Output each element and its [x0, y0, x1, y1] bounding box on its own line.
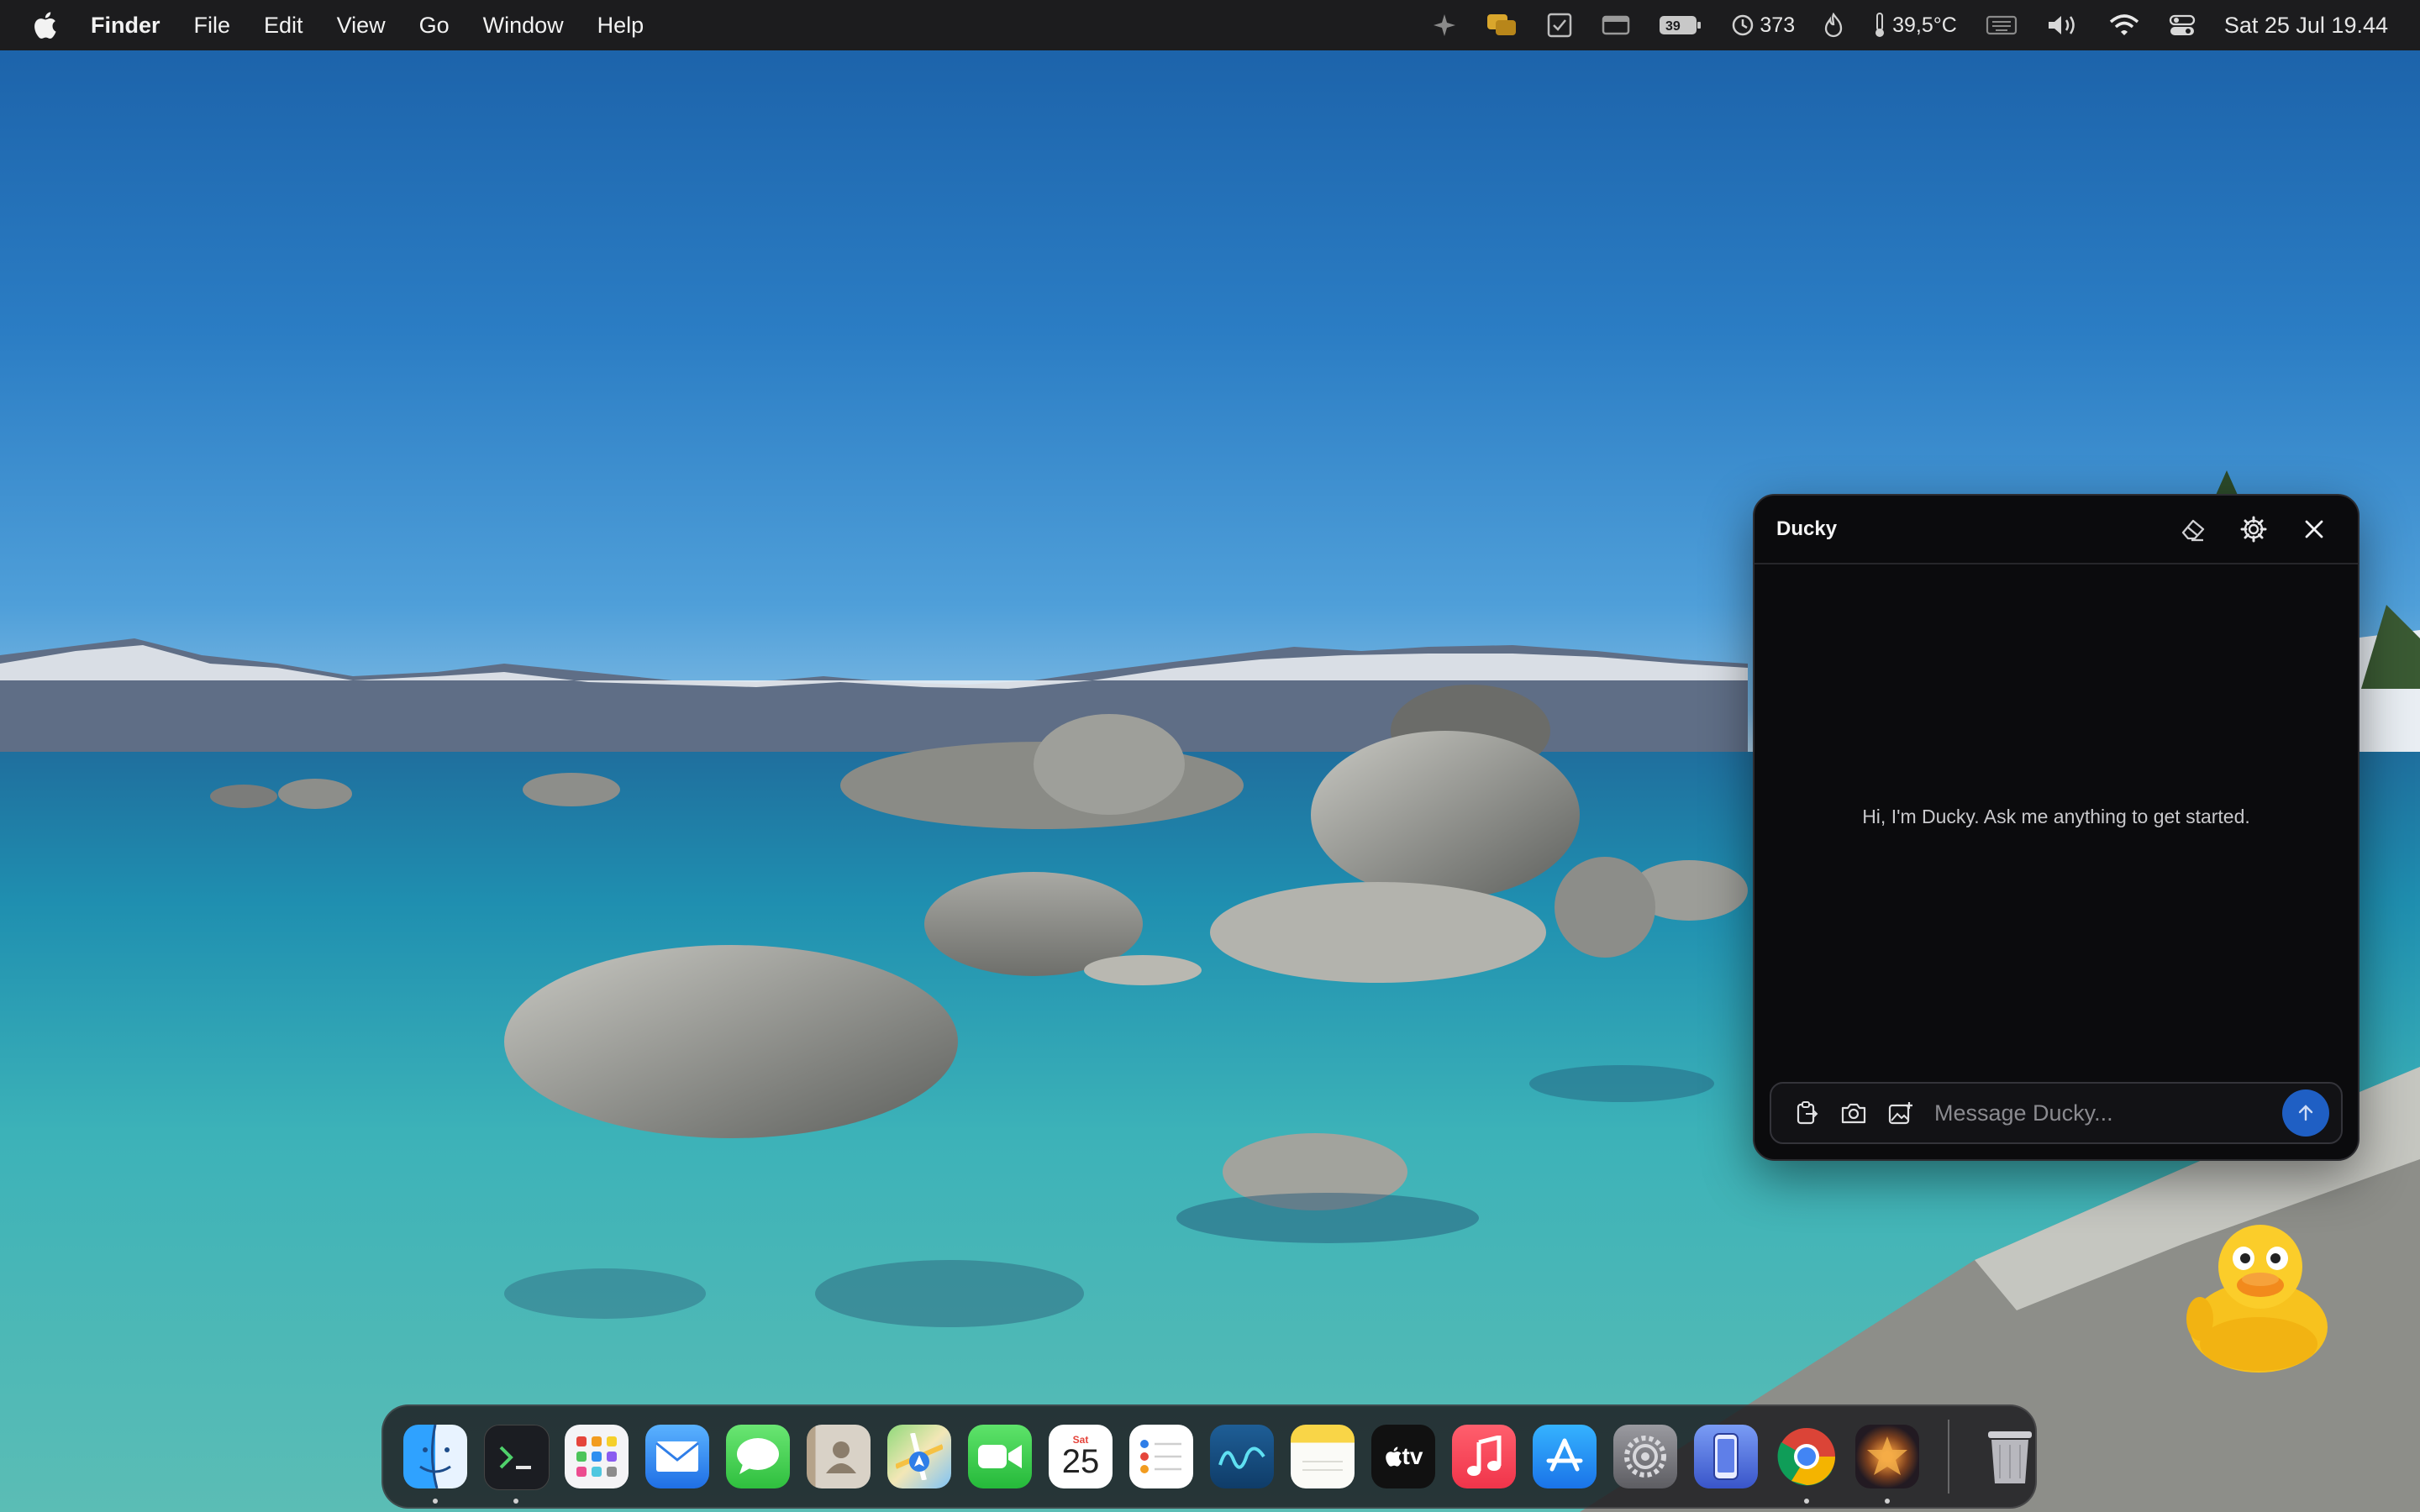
tv-icon: tv	[1371, 1425, 1435, 1488]
dock-maps[interactable]	[884, 1421, 955, 1492]
dock-launchpad[interactable]	[561, 1421, 632, 1492]
activity-counter[interactable]: 373	[1731, 13, 1795, 38]
dock-notes[interactable]	[1287, 1421, 1358, 1492]
menu-view[interactable]: View	[320, 0, 402, 50]
menu-file[interactable]: File	[177, 0, 248, 50]
dock-facetime[interactable]	[965, 1421, 1035, 1492]
message-composer	[1770, 1082, 2343, 1144]
camera-button[interactable]	[1830, 1089, 1877, 1137]
chat-header: Ducky	[1754, 496, 2358, 564]
dock-iphone-mirroring[interactable]	[1691, 1421, 1761, 1492]
freeform-icon	[1210, 1425, 1274, 1488]
gear-icon	[2240, 516, 2267, 543]
maps-icon	[887, 1425, 951, 1488]
activity-count-label: 373	[1760, 13, 1796, 37]
ducky-chat-window: Ducky Hi, I'm Ducky. Ask me anything to …	[1753, 494, 2360, 1161]
dock-trash[interactable]	[1975, 1421, 2045, 1492]
app-menu-finder[interactable]: Finder	[89, 0, 177, 50]
dock-app-store[interactable]	[1529, 1421, 1600, 1492]
facetime-icon	[968, 1425, 1032, 1488]
dock-messages[interactable]	[723, 1421, 793, 1492]
notes-icon	[1291, 1425, 1355, 1488]
battery-indicator[interactable]: 39	[1659, 13, 1702, 37]
chrome-icon	[1775, 1425, 1839, 1488]
dock-terminal[interactable]	[481, 1421, 551, 1504]
dock-mail[interactable]	[642, 1421, 713, 1492]
dock-music[interactable]	[1449, 1421, 1519, 1492]
calendar-date: 25	[1061, 1443, 1100, 1480]
calendar-icon: Sat 25	[1049, 1425, 1113, 1488]
launchpad-icon	[565, 1425, 629, 1488]
chat-messages-area: Hi, I'm Ducky. Ask me anything to get st…	[1754, 564, 2358, 1068]
checklist-icon[interactable]	[1546, 12, 1573, 39]
volume-icon[interactable]	[2046, 13, 2080, 38]
menu-bar: Finder File Edit View Go Window Help 39 …	[0, 0, 2420, 50]
message-input[interactable]	[1924, 1099, 2282, 1127]
dock-freeform[interactable]	[1207, 1421, 1277, 1492]
close-button[interactable]	[2292, 507, 2336, 551]
history-icon	[1733, 14, 1754, 36]
close-icon	[2305, 520, 2323, 538]
dock-finder[interactable]	[400, 1421, 471, 1504]
clear-chat-button[interactable]	[2171, 507, 2215, 551]
menu-go[interactable]: Go	[402, 0, 466, 50]
dock: Sat 25 tv	[381, 1404, 2037, 1509]
menu-help[interactable]: Help	[581, 0, 661, 50]
ducky-mascot[interactable]	[2185, 1218, 2336, 1378]
display-icon[interactable]	[1602, 13, 1630, 37]
greeting-message: Hi, I'm Ducky. Ask me anything to get st…	[1862, 805, 2250, 827]
flame-icon[interactable]	[1823, 13, 1844, 38]
dock-google-chrome[interactable]	[1771, 1421, 1842, 1504]
paste-button[interactable]	[1783, 1089, 1830, 1137]
mail-icon	[645, 1425, 709, 1488]
finder-icon	[403, 1425, 467, 1488]
menu-bar-clock[interactable]: Sat 25 Jul 19.44	[2224, 13, 2388, 39]
music-icon	[1452, 1425, 1516, 1488]
control-center-icon[interactable]	[2169, 13, 2196, 38]
app-store-icon	[1533, 1425, 1597, 1488]
running-indicator	[433, 1499, 438, 1504]
battery-percent-label: 39	[1665, 19, 1681, 34]
camera-icon	[1841, 1103, 1866, 1124]
eraser-icon	[2181, 519, 2205, 542]
chat-title: Ducky	[1776, 517, 1838, 540]
dock-system-settings[interactable]	[1610, 1421, 1681, 1492]
image-plus-icon	[1888, 1102, 1912, 1125]
running-indicator	[1885, 1499, 1890, 1504]
menu-edit[interactable]: Edit	[247, 0, 320, 50]
chat-bubbles-icon[interactable]	[1486, 13, 1518, 38]
attach-image-button[interactable]	[1877, 1089, 1924, 1137]
dock-tv[interactable]: tv	[1368, 1421, 1439, 1492]
thermometer-icon	[1876, 13, 1885, 37]
keyboard-icon[interactable]	[1986, 14, 2018, 36]
iphone-mirroring-icon	[1694, 1425, 1758, 1488]
reminders-icon	[1129, 1425, 1193, 1488]
clipboard-icon	[1797, 1101, 1818, 1125]
temperature-indicator[interactable]: 39,5°C	[1872, 12, 1957, 39]
dock-contacts[interactable]	[803, 1421, 874, 1492]
tv-label: tv	[1402, 1443, 1423, 1469]
temperature-label: 39,5°C	[1892, 13, 1957, 37]
running-indicator	[513, 1499, 518, 1504]
send-button[interactable]	[2282, 1089, 2329, 1137]
system-settings-icon	[1613, 1425, 1677, 1488]
game-icon	[1855, 1425, 1919, 1488]
terminal-icon	[484, 1425, 550, 1490]
settings-button[interactable]	[2232, 507, 2275, 551]
messages-icon	[726, 1425, 790, 1488]
wifi-icon[interactable]	[2108, 13, 2140, 38]
menu-window[interactable]: Window	[466, 0, 581, 50]
trash-icon	[1978, 1425, 2042, 1488]
contacts-icon	[807, 1425, 871, 1488]
apple-menu-icon[interactable]	[0, 11, 89, 39]
dock-calendar[interactable]: Sat 25	[1045, 1421, 1116, 1492]
running-indicator	[1804, 1499, 1809, 1504]
dock-reminders[interactable]	[1126, 1421, 1197, 1492]
sparkle-icon[interactable]	[1432, 13, 1457, 38]
dock-game[interactable]	[1852, 1421, 1923, 1504]
dock-separator	[1948, 1420, 1949, 1494]
arrow-up-icon	[2298, 1105, 2313, 1121]
